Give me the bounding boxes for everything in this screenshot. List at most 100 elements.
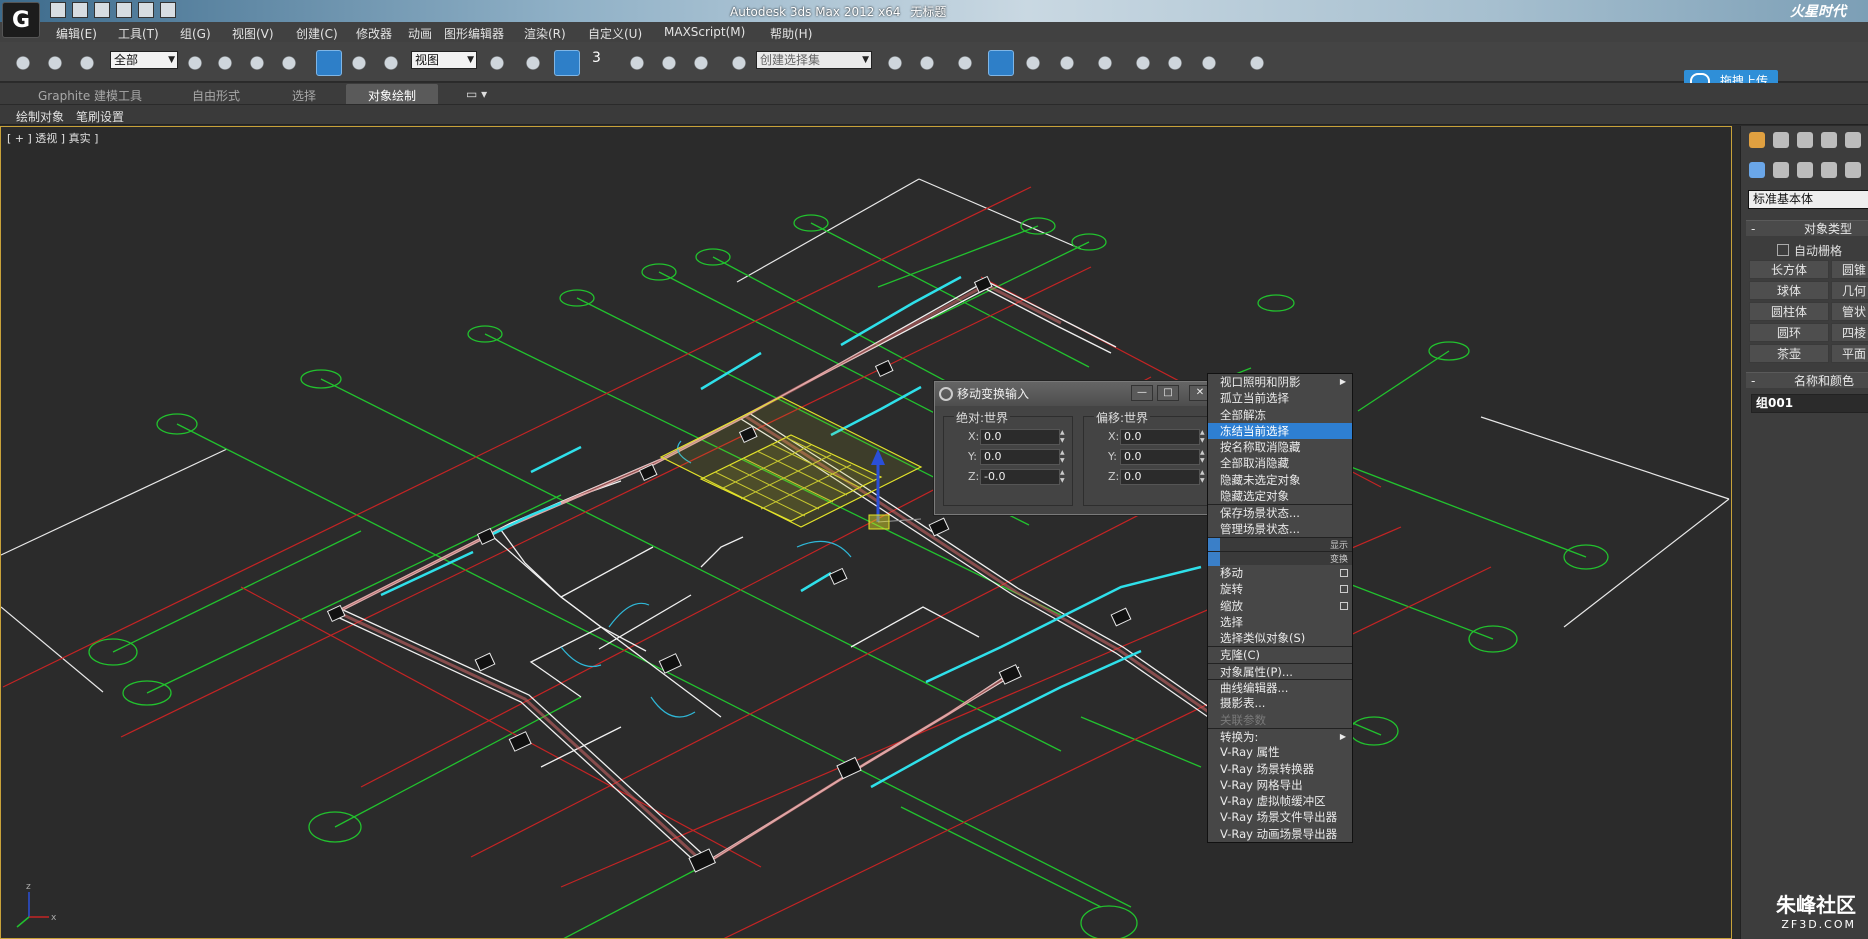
dialog-title-bar[interactable]: 移动变换输入 — □ ✕ xyxy=(935,382,1219,406)
abs-x-input[interactable]: 0.0 xyxy=(980,429,1060,445)
teapot-button[interactable]: 茶壶 xyxy=(1749,344,1829,363)
manipulate-icon[interactable] xyxy=(520,50,546,76)
perspective-viewport[interactable]: [ + ] 透视 ] 真实 ] z x xyxy=(0,126,1732,939)
quad-save-scene-state[interactable]: 保存场景状态... xyxy=(1208,504,1352,520)
off-z-input[interactable]: 0.0 xyxy=(1120,469,1200,485)
abs-z-spinner[interactable]: ▲ ▼ xyxy=(1060,469,1068,485)
ribbon-options-icon[interactable]: ▭ ▾ xyxy=(466,87,487,101)
menu-edit[interactable]: 编辑(E) xyxy=(56,25,97,42)
selection-filter-dropdown[interactable]: 全部 xyxy=(110,51,178,69)
angle-snap-icon[interactable] xyxy=(624,50,650,76)
reference-coordinate-dropdown[interactable]: 视图 xyxy=(411,51,477,69)
quad-unhide-by-name[interactable]: 按名称取消隐藏 xyxy=(1208,439,1352,455)
menu-maxscript[interactable]: MAXScript(M) xyxy=(664,25,745,39)
menu-create[interactable]: 创建(C) xyxy=(296,25,338,42)
rendered-frame-icon[interactable] xyxy=(1162,50,1188,76)
edit-named-selection-icon[interactable] xyxy=(726,50,752,76)
off-y-input[interactable]: 0.0 xyxy=(1120,449,1200,465)
quad-curve-editor[interactable]: 曲线编辑器... xyxy=(1208,679,1352,695)
save-file-icon[interactable] xyxy=(94,2,110,18)
minimize-button[interactable]: — xyxy=(1131,385,1153,401)
viewport-label[interactable]: [ + ] 透视 ] 真实 ] xyxy=(7,130,98,146)
select-by-name-icon[interactable] xyxy=(212,50,238,76)
modify-tab-icon[interactable] xyxy=(1773,132,1789,148)
lights-icon[interactable] xyxy=(1797,162,1813,178)
quad-object-properties[interactable]: 对象属性(P)... xyxy=(1208,662,1352,679)
menu-graph-editors[interactable]: 图形编辑器 xyxy=(444,25,504,42)
align-icon[interactable] xyxy=(914,50,940,76)
select-and-move-icon[interactable] xyxy=(316,50,342,76)
subtab-paint-objects[interactable]: 绘制对象 xyxy=(16,108,64,125)
graphite-toggle-icon[interactable] xyxy=(988,50,1014,76)
new-file-icon[interactable] xyxy=(50,2,66,18)
quad-vray-vfb[interactable]: V-Ray 虚拟帧缓冲区 xyxy=(1208,793,1352,809)
curve-editor-icon[interactable] xyxy=(1020,50,1046,76)
quad-clone[interactable]: 克隆(C) xyxy=(1208,646,1352,662)
tab-object-paint[interactable]: 对象绘制 xyxy=(346,84,439,104)
menu-views[interactable]: 视图(V) xyxy=(232,25,274,42)
plane-button[interactable]: 平面 xyxy=(1831,344,1868,363)
quad-vray-scene-exporter[interactable]: V-Ray 场景文件导出器 xyxy=(1208,809,1352,825)
sphere-button[interactable]: 球体 xyxy=(1749,281,1829,300)
tab-selection[interactable]: 选择 xyxy=(292,87,316,104)
quad-unfreeze-all[interactable]: 全部解冻 xyxy=(1208,407,1352,423)
abs-y-input[interactable]: 0.0 xyxy=(980,449,1060,465)
tube-button[interactable]: 管状体 xyxy=(1831,302,1868,338)
mirror-icon[interactable] xyxy=(882,50,908,76)
quad-viewport-lighting[interactable]: 视口照明和阴影 ▶ xyxy=(1208,374,1352,390)
tab-graphite-modeling[interactable]: Graphite 建模工具 xyxy=(38,87,142,104)
settings-box-icon[interactable] xyxy=(1340,585,1348,594)
quad-move[interactable]: 移动 xyxy=(1208,565,1352,581)
display-tab-icon[interactable] xyxy=(1845,132,1861,148)
object-name-field[interactable]: 组001 xyxy=(1751,394,1868,413)
object-category-dropdown[interactable]: 标准基本体 xyxy=(1748,190,1868,209)
shapes-icon[interactable] xyxy=(1773,162,1789,178)
unlink-icon[interactable] xyxy=(42,50,68,76)
menu-customize[interactable]: 自定义(U) xyxy=(588,25,642,42)
quad-select[interactable]: 选择 xyxy=(1208,614,1352,630)
subtab-brush-settings[interactable]: 笔刷设置 xyxy=(76,108,124,125)
settings-gear-icon[interactable] xyxy=(1244,50,1270,76)
quad-hide-unselected[interactable]: 隐藏未选定对象 xyxy=(1208,472,1352,488)
select-object-icon[interactable] xyxy=(182,50,208,76)
helpers-icon[interactable] xyxy=(1845,162,1861,178)
create-tab-icon[interactable] xyxy=(1749,132,1765,148)
settings-box-icon[interactable] xyxy=(1340,568,1348,577)
select-and-rotate-icon[interactable] xyxy=(346,50,372,76)
name-color-rollout[interactable]: - 名称和颜色 xyxy=(1746,372,1868,388)
maximize-button[interactable]: □ xyxy=(1157,385,1179,401)
box-button[interactable]: 长方体 xyxy=(1749,260,1829,279)
cone-button[interactable]: 圆锥体 xyxy=(1831,260,1868,296)
keyboard-shortcut-override-icon[interactable] xyxy=(554,50,580,76)
pivot-center-icon[interactable] xyxy=(484,50,510,76)
quad-vray-properties[interactable]: V-Ray 属性 xyxy=(1208,744,1352,760)
off-x-input[interactable]: 0.0 xyxy=(1120,429,1200,445)
menu-help[interactable]: 帮助(H) xyxy=(770,25,812,42)
quad-dope-sheet[interactable]: 摄影表... xyxy=(1208,695,1352,711)
quad-vray-mesh-export[interactable]: V-Ray 网格导出 xyxy=(1208,777,1352,793)
quad-hide-selection[interactable]: 隐藏选定对象 xyxy=(1208,488,1352,504)
bind-spacewarp-icon[interactable] xyxy=(74,50,100,76)
quad-freeze-selection[interactable]: 冻结当前选择 xyxy=(1208,422,1352,440)
geometry-icon[interactable] xyxy=(1749,162,1765,178)
percent-snap-icon[interactable] xyxy=(656,50,682,76)
named-selection-set-dropdown[interactable]: 创建选择集 xyxy=(756,51,872,69)
tab-freeform[interactable]: 自由形式 xyxy=(192,87,240,104)
material-editor-icon[interactable] xyxy=(1092,50,1118,76)
window-crossing-icon[interactable] xyxy=(276,50,302,76)
geosphere-button[interactable]: 几何球体 xyxy=(1831,281,1868,317)
snaps-toggle-icon[interactable]: 3 xyxy=(592,50,618,76)
spinner-snap-icon[interactable] xyxy=(688,50,714,76)
menu-modifiers[interactable]: 修改器 xyxy=(356,25,392,42)
schematic-view-icon[interactable] xyxy=(1054,50,1080,76)
abs-y-spinner[interactable]: ▲ ▼ xyxy=(1060,449,1068,465)
hierarchy-tab-icon[interactable] xyxy=(1797,132,1813,148)
open-file-icon[interactable] xyxy=(72,2,88,18)
motion-tab-icon[interactable] xyxy=(1821,132,1837,148)
rectangular-selection-icon[interactable] xyxy=(244,50,270,76)
quad-manage-scene-states[interactable]: 管理场景状态... xyxy=(1208,521,1352,537)
redo-icon[interactable] xyxy=(138,2,154,18)
menu-rendering[interactable]: 渲染(R) xyxy=(524,25,566,42)
render-teapot-icon[interactable] xyxy=(1196,50,1222,76)
quad-unhide-all[interactable]: 全部取消隐藏 xyxy=(1208,455,1352,471)
